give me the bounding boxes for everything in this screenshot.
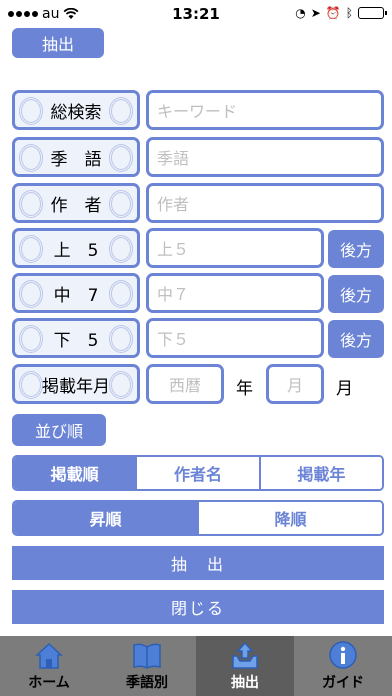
status-bar: au 13:21 ◔ ➤ ⏰ ᛒ [0,0,392,28]
sort-descending[interactable]: 降順 [199,502,382,534]
swirl-decoration [19,97,43,125]
sort-key-author-name[interactable]: 作者名 [137,457,261,489]
middle7-input[interactable]: 中７ [146,273,324,313]
author-input[interactable]: 作者 [146,183,384,223]
sort-direction-segmented-control: 昇順 降順 [12,500,384,536]
month-input[interactable]: 月 [266,364,324,404]
extract-header-button[interactable]: 抽出 [12,28,104,58]
swirl-decoration [109,97,133,125]
sort-key-published-order[interactable]: 掲載順 [14,457,138,489]
upper5-input[interactable]: 上５ [146,228,324,268]
location-icon: ➤ [310,6,321,20]
published-date-label: 掲載年月 [12,364,140,404]
year-unit-label: 年 [236,379,253,399]
sort-key-segmented-control: 掲載順 作者名 掲載年 [12,455,384,491]
book-icon [133,643,161,669]
month-unit-label: 月 [336,379,353,399]
author-label: 作 者 [12,183,140,223]
lower5-backward-button[interactable]: 後方 [328,320,384,358]
lower5-input[interactable]: 下５ [146,318,324,358]
keyword-label: 総検索 [12,90,140,130]
season-word-input[interactable]: 季語 [146,137,384,177]
info-icon [329,641,357,669]
tab-bar: ホーム 季語別 抽出 ガイド [0,636,392,696]
middle7-backward-button[interactable]: 後方 [328,275,384,313]
battery-icon [358,7,387,19]
tab-extract[interactable]: 抽出 [196,636,294,696]
upper5-backward-button[interactable]: 後方 [328,230,384,268]
bluetooth-icon: ᛒ [345,6,353,20]
tab-season-words[interactable]: 季語別 [98,636,196,696]
season-word-label: 季 語 [12,137,140,177]
tab-home[interactable]: ホーム [0,636,98,696]
tray-upload-icon [232,641,258,669]
tab-guide[interactable]: ガイド [294,636,392,696]
sort-key-published-year[interactable]: 掲載年 [260,457,382,489]
extract-button[interactable]: 抽 出 [12,546,384,580]
sort-order-label: 並び順 [12,414,106,446]
lower5-label: 下 5 [12,318,140,358]
keyword-input[interactable]: キーワード [146,90,384,130]
close-button[interactable]: 閉じる [12,590,384,624]
home-icon [35,642,63,669]
rotation-lock-icon: ◔ [295,6,306,20]
upper5-label: 上 5 [12,228,140,268]
sort-ascending[interactable]: 昇順 [14,502,199,534]
year-input[interactable]: 西暦 [146,364,224,404]
alarm-icon: ⏰ [325,6,341,20]
middle7-label: 中 7 [12,273,140,313]
